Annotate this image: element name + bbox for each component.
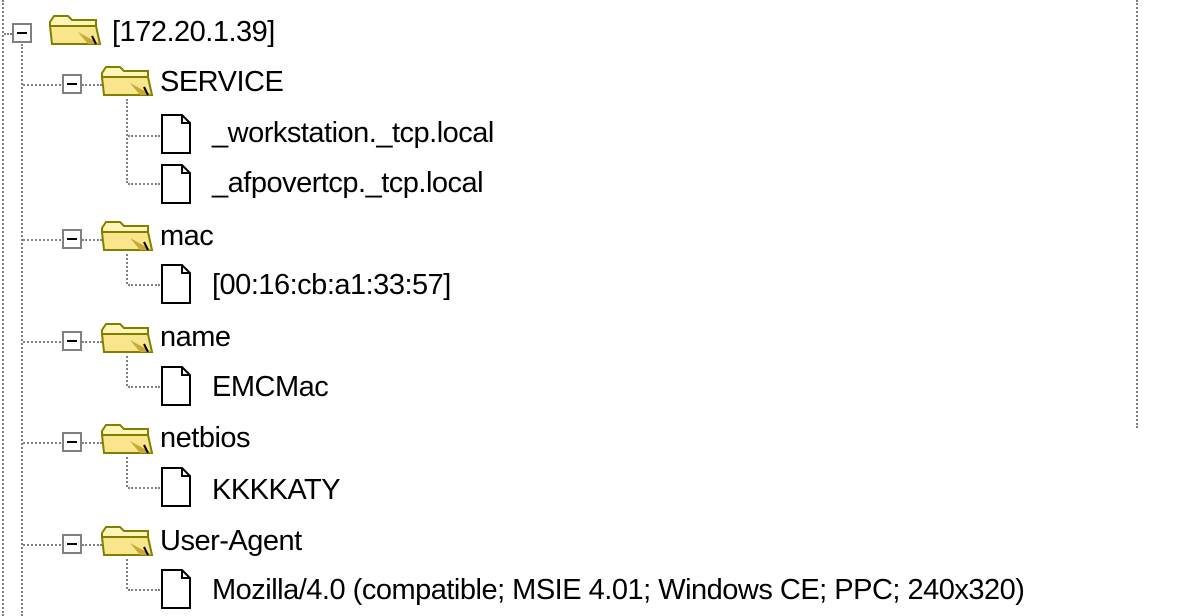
- collapse-toggle-user-agent[interactable]: [62, 534, 82, 554]
- tree-line: [126, 356, 128, 386]
- tree-node-leaf[interactable]: _afpovertcp._tcp.local: [212, 165, 484, 201]
- tree-line: [82, 84, 102, 86]
- tree-line: [23, 341, 61, 343]
- tree-node-label: [172.20.1.39]: [112, 16, 275, 48]
- folder-open-icon: [100, 322, 156, 356]
- folder-open-icon: [100, 423, 156, 457]
- collapse-toggle-root[interactable]: [12, 23, 32, 43]
- tree-line: [82, 341, 102, 343]
- tree-node-label: SERVICE: [160, 66, 284, 98]
- tree-line: [82, 239, 102, 241]
- tree-line: [128, 135, 160, 137]
- tree-line: [23, 544, 61, 546]
- tree-line: [128, 284, 160, 286]
- document-icon: [160, 163, 192, 205]
- tree-node-leaf[interactable]: _workstation._tcp.local: [212, 115, 494, 151]
- collapse-toggle-service[interactable]: [62, 74, 82, 94]
- tree-node-group[interactable]: name: [160, 319, 231, 355]
- tree-node-leaf[interactable]: [00:16:cb:a1:33:57]: [212, 267, 451, 303]
- tree-node-leaf[interactable]: KKKKATY: [212, 472, 341, 508]
- tree-line: [128, 183, 160, 185]
- tree-line: [128, 487, 160, 489]
- tree-line: [4, 33, 12, 35]
- document-icon: [160, 263, 192, 305]
- tree-line: [128, 589, 160, 591]
- tree-node-leaf[interactable]: Mozilla/4.0 (compatible; MSIE 4.01; Wind…: [212, 572, 1025, 608]
- tree-line: [126, 457, 128, 487]
- tree-line: [23, 442, 61, 444]
- tree-line: [126, 559, 128, 589]
- tree-node-label: Mozilla/4.0 (compatible; MSIE 4.01; Wind…: [212, 574, 1025, 606]
- tree-line: [21, 44, 23, 616]
- tree-node-group[interactable]: User-Agent: [160, 523, 302, 559]
- tree-node-label: User-Agent: [160, 525, 302, 557]
- tree-node-group[interactable]: netbios: [160, 420, 251, 456]
- tree-node-leaf[interactable]: EMCMac: [212, 369, 329, 405]
- tree-line: [2, 0, 4, 616]
- tree-node-label: _afpovertcp._tcp.local: [212, 167, 484, 199]
- folder-open-icon: [100, 525, 156, 559]
- tree-node-root[interactable]: [172.20.1.39]: [112, 14, 275, 50]
- tree-node-label: name: [160, 321, 231, 353]
- tree-node-label: [00:16:cb:a1:33:57]: [212, 269, 451, 301]
- tree-line: [82, 544, 102, 546]
- tree-line: [126, 254, 128, 284]
- tree-node-group[interactable]: mac: [160, 218, 214, 254]
- folder-open-icon: [100, 220, 156, 254]
- tree-line: [23, 239, 61, 241]
- collapse-toggle-name[interactable]: [62, 331, 82, 351]
- tree-node-label: EMCMac: [212, 371, 329, 403]
- document-icon: [160, 365, 192, 407]
- tree-line: [126, 99, 128, 183]
- document-icon: [160, 568, 192, 610]
- tree-node-label: mac: [160, 220, 214, 252]
- pane-divider: [1136, 0, 1138, 428]
- tree-node-label: _workstation._tcp.local: [212, 117, 494, 149]
- tree-node-label: KKKKATY: [212, 474, 341, 506]
- folder-open-icon: [48, 14, 104, 48]
- tree-line: [128, 386, 160, 388]
- tree-line: [82, 442, 102, 444]
- document-icon: [160, 466, 192, 508]
- tree-node-group[interactable]: SERVICE: [160, 64, 284, 100]
- collapse-toggle-netbios[interactable]: [62, 432, 82, 452]
- tree-node-label: netbios: [160, 422, 251, 454]
- collapse-toggle-mac[interactable]: [62, 229, 82, 249]
- document-icon: [160, 113, 192, 155]
- tree-line: [23, 84, 61, 86]
- tree-view[interactable]: [172.20.1.39] SERVICE _workstation._tcp.…: [0, 0, 1192, 616]
- folder-open-icon: [100, 65, 156, 99]
